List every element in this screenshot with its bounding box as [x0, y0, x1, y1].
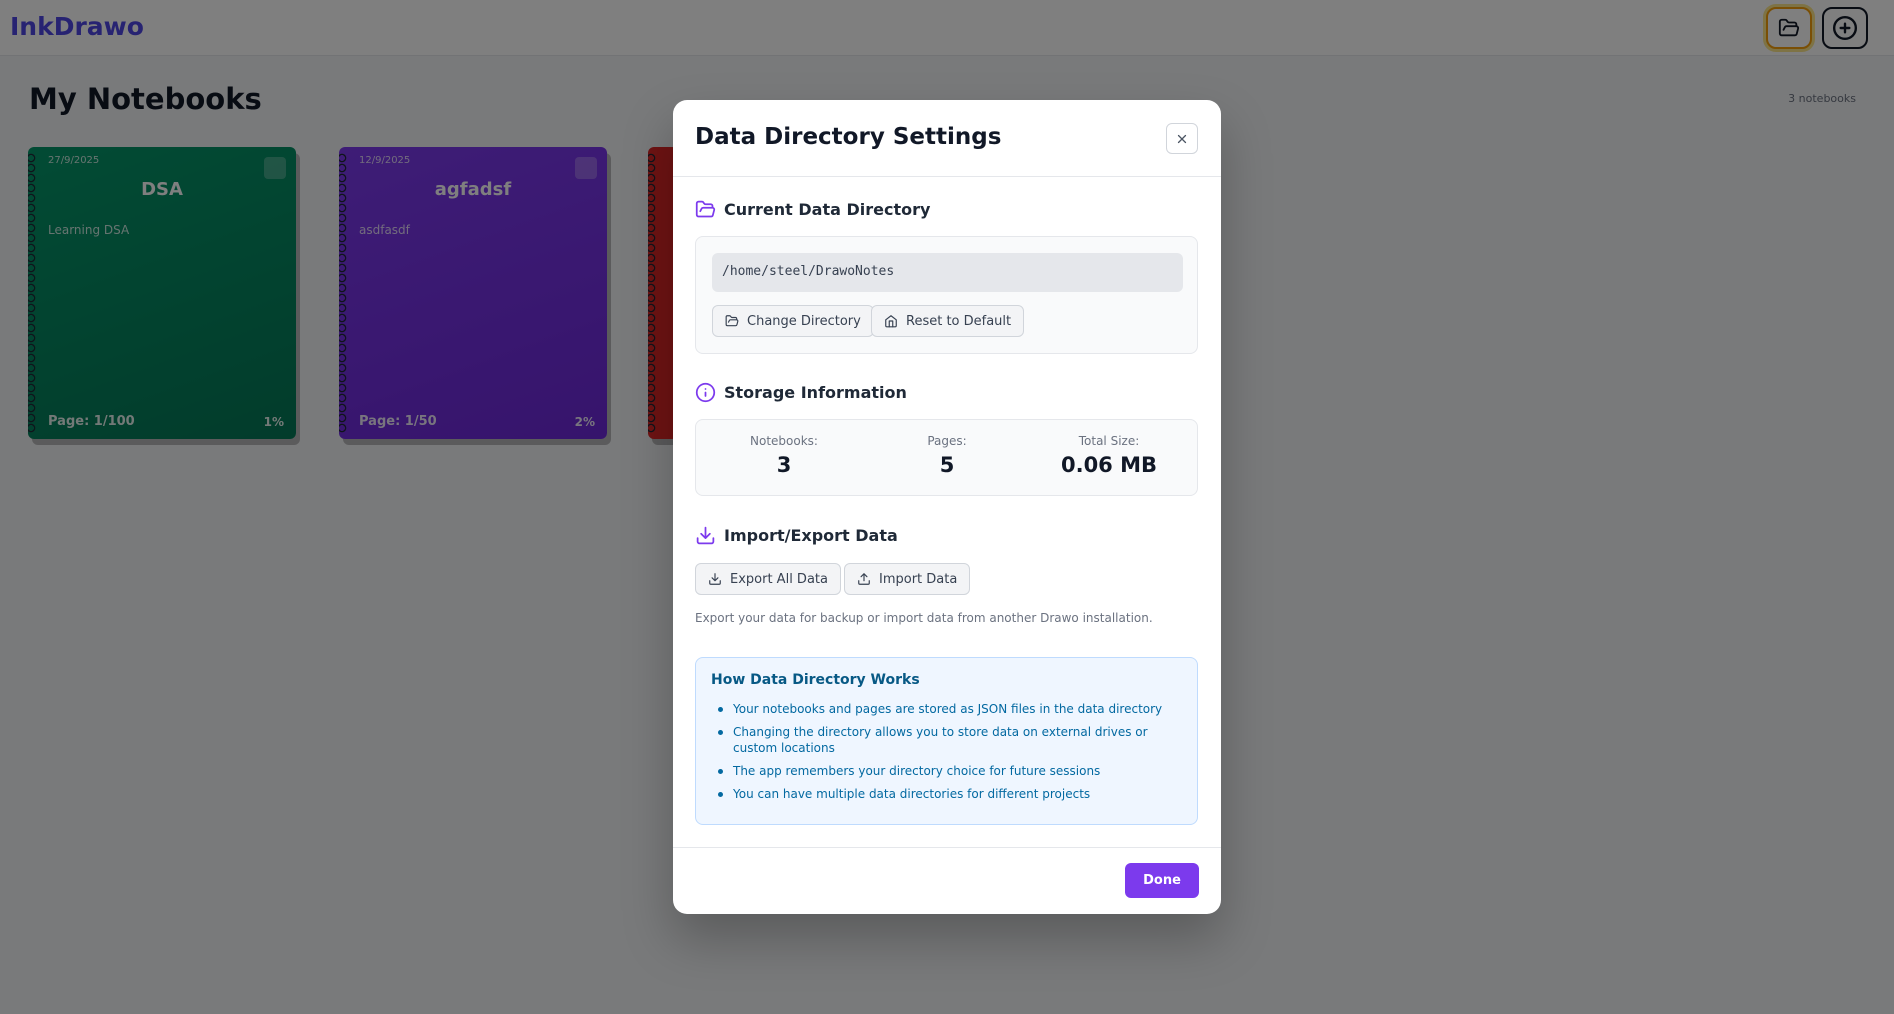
storage-stats: Notebooks: 3 Pages: 5 Total Size: 0.06 M… — [695, 419, 1198, 496]
stat-value: 0.06 MB — [1060, 453, 1158, 477]
section-label: Storage Information — [724, 383, 907, 402]
directory-path: /home/steel/DrawoNotes — [712, 253, 1183, 292]
list-item: Your notebooks and pages are stored as J… — [711, 701, 1181, 717]
stat-total-size: Total Size: 0.06 MB — [1034, 434, 1184, 477]
data-directory-modal: Data Directory Settings Current Data Dir… — [673, 100, 1221, 914]
folder-open-icon — [725, 315, 739, 327]
modal-header: Data Directory Settings — [673, 100, 1221, 177]
info-icon — [695, 382, 716, 403]
stat-label: Notebooks: — [750, 434, 818, 448]
button-label: Export All Data — [730, 571, 828, 587]
import-data-button[interactable]: Import Data — [844, 563, 971, 595]
done-button[interactable]: Done — [1125, 863, 1199, 898]
button-label: Reset to Default — [906, 313, 1012, 329]
current-directory-heading: Current Data Directory — [695, 199, 930, 220]
import-export-heading: Import/Export Data — [695, 525, 898, 546]
reset-default-button[interactable]: Reset to Default — [871, 305, 1025, 337]
modal-title: Data Directory Settings — [695, 124, 1002, 150]
folder-open-icon — [695, 200, 716, 218]
button-label: Import Data — [879, 571, 958, 587]
list-item: Changing the directory allows you to sto… — [711, 724, 1181, 756]
info-title: How Data Directory Works — [711, 672, 920, 688]
upload-icon — [858, 573, 870, 585]
section-label: Current Data Directory — [724, 200, 931, 219]
modal-footer: Done — [673, 847, 1221, 914]
stat-label: Total Size: — [1078, 434, 1140, 448]
close-button[interactable] — [1166, 123, 1198, 154]
home-icon — [885, 315, 897, 328]
stat-notebooks: Notebooks: 3 — [709, 434, 859, 477]
section-label: Import/Export Data — [724, 526, 898, 545]
list-item: You can have multiple data directories f… — [711, 786, 1181, 802]
storage-heading: Storage Information — [695, 382, 907, 403]
download-icon — [696, 526, 715, 545]
stat-value: 3 — [776, 453, 792, 477]
stat-label: Pages: — [927, 434, 967, 448]
export-all-button[interactable]: Export All Data — [695, 563, 841, 595]
button-label: Change Directory — [747, 313, 861, 329]
current-directory-box: /home/steel/DrawoNotes Change Directory … — [695, 236, 1198, 354]
info-list: Your notebooks and pages are stored as J… — [711, 701, 1181, 809]
how-it-works-box: How Data Directory Works Your notebooks … — [695, 657, 1198, 825]
import-export-note: Export your data for backup or import da… — [695, 611, 1153, 625]
change-directory-button[interactable]: Change Directory — [712, 305, 874, 337]
stat-value: 5 — [939, 453, 955, 477]
close-icon — [1177, 134, 1187, 143]
list-item: The app remembers your directory choice … — [711, 763, 1181, 779]
stat-pages: Pages: 5 — [872, 434, 1022, 477]
download-icon — [709, 573, 721, 585]
